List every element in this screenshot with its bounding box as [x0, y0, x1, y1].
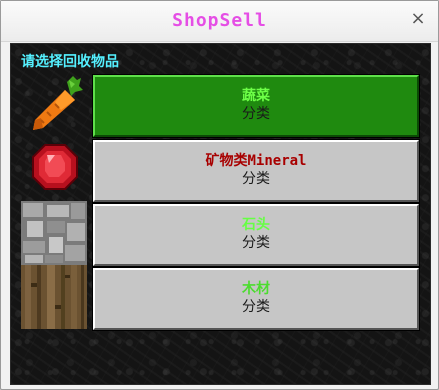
category-button-wood[interactable]: 木材 分类: [93, 268, 419, 330]
item-name: 石头: [242, 217, 270, 233]
cobblestone-icon: [21, 201, 87, 265]
ruby-icon: [21, 137, 87, 201]
list-item: 矿物类Mineral 分类: [11, 137, 430, 202]
item-name: 木材: [242, 281, 270, 297]
list-item: 蔬菜 分类: [11, 72, 430, 137]
title-bar: ShopSell ×: [1, 1, 438, 42]
list-item: 木材 分类: [11, 265, 430, 330]
item-name: 矿物类Mineral: [205, 153, 307, 169]
category-button-vegetables[interactable]: 蔬菜 分类: [93, 75, 419, 137]
item-category: 分类: [242, 299, 270, 315]
panel-heading: 请选择回收物品: [21, 54, 119, 70]
item-category: 分类: [242, 235, 270, 251]
window-title: ShopSell: [172, 10, 267, 31]
carrot-icon: [21, 72, 87, 136]
list-item: 石头 分类: [11, 201, 430, 266]
item-name: 蔬菜: [242, 88, 270, 104]
close-button[interactable]: ×: [408, 9, 428, 29]
item-panel: 请选择回收物品 蔬菜 分类 矿物类Mineral 分类 石头 分类 木材 分类: [10, 43, 431, 385]
shop-window: ShopSell × 请选择回收物品 蔬菜 分类 矿物类Mineral 分类 石…: [0, 0, 439, 390]
item-category: 分类: [242, 106, 270, 122]
category-button-minerals[interactable]: 矿物类Mineral 分类: [93, 140, 419, 202]
wood-block-icon: [21, 265, 87, 329]
item-category: 分类: [242, 171, 270, 187]
category-button-stone[interactable]: 石头 分类: [93, 204, 419, 266]
